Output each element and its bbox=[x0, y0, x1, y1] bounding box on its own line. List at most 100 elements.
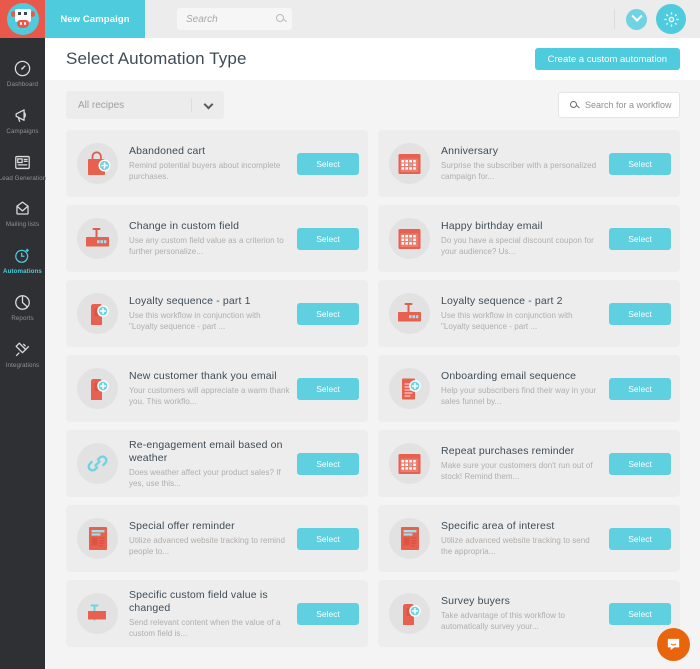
page-title: Select Automation Type bbox=[66, 49, 247, 68]
select-button[interactable]: Select bbox=[609, 527, 671, 550]
sidebar-item-label: Lead Generation bbox=[0, 174, 47, 182]
sidebar-item-label: Reports bbox=[11, 315, 34, 323]
gear-icon[interactable] bbox=[656, 4, 686, 34]
divider bbox=[614, 9, 615, 29]
automation-card-title: Specific custom field value is changed bbox=[129, 588, 268, 614]
sidebar-item-automations[interactable]: Automations bbox=[0, 237, 45, 284]
automation-card-text: New customer thank you email Your custome… bbox=[118, 370, 297, 407]
webpage-icon bbox=[389, 518, 430, 559]
sidebar-item-campaigns[interactable]: Campaigns bbox=[0, 97, 45, 144]
select-button[interactable]: Select bbox=[297, 227, 359, 250]
sidebar-item-reports[interactable]: Reports bbox=[0, 284, 45, 331]
automation-card-description: Use any custom field value as a criterio… bbox=[129, 236, 284, 256]
new-campaign-button[interactable]: New Campaign bbox=[45, 0, 145, 38]
automation-card-text: Repeat purchases reminder Make sure your … bbox=[430, 445, 609, 482]
automation-card-description: Utilize advanced website tracking to sen… bbox=[441, 536, 590, 556]
automation-card[interactable]: Loyalty sequence - part 2 Use this workfl… bbox=[378, 280, 680, 347]
create-custom-automation-button[interactable]: Create a custom automation bbox=[534, 48, 680, 70]
automation-card[interactable]: Specific area of interest Utilize advance… bbox=[378, 505, 680, 572]
automation-card[interactable]: Abandoned cart Remind potential buyers ab… bbox=[66, 130, 368, 197]
automation-card[interactable]: Special offer reminder Utilize advanced w… bbox=[66, 505, 368, 572]
select-button[interactable]: Select bbox=[297, 377, 359, 400]
automation-card-title: Onboarding email sequence bbox=[441, 370, 577, 382]
sidebar-item-lead-generation[interactable]: Lead Generation bbox=[0, 144, 47, 191]
automation-card-description: Help your subscribers find their way in … bbox=[441, 386, 597, 406]
automation-card-title: Survey buyers bbox=[441, 595, 511, 607]
global-search[interactable] bbox=[177, 8, 292, 30]
document-plus-icon bbox=[389, 593, 430, 634]
calendar-icon bbox=[389, 443, 430, 484]
automation-card-title: Happy birthday email bbox=[441, 220, 543, 232]
sidebar-item-label: Campaigns bbox=[6, 127, 39, 135]
select-button[interactable]: Select bbox=[297, 302, 359, 325]
automation-card[interactable]: New customer thank you email Your custome… bbox=[66, 355, 368, 422]
top-bar-actions bbox=[614, 0, 700, 38]
automation-card-description: Use this workflow in conjunction with "L… bbox=[129, 311, 261, 331]
automation-card[interactable]: Change in custom field Use any custom fie… bbox=[66, 205, 368, 272]
automation-card-text: Special offer reminder Utilize advanced w… bbox=[118, 520, 297, 557]
automation-card[interactable]: Specific custom field value is changed Se… bbox=[66, 580, 368, 647]
document-plus-icon bbox=[77, 368, 118, 409]
automation-card-description: Take advantage of this workflow to autom… bbox=[441, 611, 565, 631]
custom-field-icon bbox=[77, 218, 118, 259]
top-bar: New Campaign bbox=[0, 0, 700, 38]
workflow-search[interactable] bbox=[558, 92, 680, 118]
chat-widget-button[interactable] bbox=[657, 628, 690, 661]
automation-card-title: Loyalty sequence - part 1 bbox=[129, 295, 251, 307]
automation-card-title: Change in custom field bbox=[129, 220, 240, 232]
automation-card-title: Anniversary bbox=[441, 145, 499, 157]
filter-bar: All recipes bbox=[45, 80, 700, 130]
main-content: Select Automation Type Create a custom a… bbox=[45, 38, 700, 669]
sidebar-item-label: Dashboard bbox=[6, 81, 39, 88]
sidebar-item-integrations[interactable]: Integrations bbox=[0, 331, 45, 378]
select-button[interactable]: Select bbox=[609, 377, 671, 400]
sidebar-item-dashboard[interactable]: Dashboard bbox=[0, 50, 45, 97]
search-icon bbox=[276, 14, 284, 22]
select-button[interactable]: Select bbox=[609, 302, 671, 325]
search-input[interactable] bbox=[177, 13, 267, 25]
automation-card[interactable]: Loyalty sequence - part 1 Use this workfl… bbox=[66, 280, 368, 347]
automation-card-text: Specific area of interest Utilize advance… bbox=[430, 520, 609, 557]
automation-card-grid: Abandoned cart Remind potential buyers ab… bbox=[45, 130, 700, 647]
select-button[interactable]: Select bbox=[297, 452, 359, 475]
shopping-bag-plus-icon bbox=[77, 143, 118, 184]
automation-card-description: Send relevant content when the value of … bbox=[129, 617, 281, 638]
automation-card-text: Re-engagement email based on weather Does… bbox=[118, 439, 297, 489]
select-button[interactable]: Select bbox=[609, 227, 671, 250]
automation-card[interactable]: Onboarding email sequence Help your subsc… bbox=[378, 355, 680, 422]
automation-card-text: Survey buyers Take advantage of this work… bbox=[430, 595, 609, 632]
divider bbox=[191, 98, 192, 112]
automation-card-title: New customer thank you email bbox=[129, 370, 277, 382]
automation-card[interactable]: Happy birthday email Do you have a specia… bbox=[378, 205, 680, 272]
select-button[interactable]: Select bbox=[609, 152, 671, 175]
automation-card-title: Specific area of interest bbox=[441, 520, 555, 532]
automation-card-title: Re-engagement email based on weather bbox=[129, 438, 283, 464]
automation-card-description: Surprise the subscriber with a personali… bbox=[441, 161, 597, 181]
search-icon bbox=[570, 101, 577, 108]
sidebar-item-mailing-lists[interactable]: Mailing lists bbox=[0, 190, 45, 237]
chevron-down-icon[interactable] bbox=[626, 8, 647, 30]
automation-card-title: Abandoned cart bbox=[129, 145, 206, 157]
lines-document-plus-icon bbox=[389, 368, 430, 409]
automation-card[interactable]: Survey buyers Take advantage of this work… bbox=[378, 580, 680, 647]
automation-card-description: Does weather affect your product sales? … bbox=[129, 467, 281, 488]
automation-card-description: Do you have a special discount coupon fo… bbox=[441, 236, 594, 256]
select-button[interactable]: Select bbox=[297, 527, 359, 550]
automation-card-text: Onboarding email sequence Help your subsc… bbox=[430, 370, 609, 407]
select-button[interactable]: Select bbox=[297, 152, 359, 175]
automation-card[interactable]: Repeat purchases reminder Make sure your … bbox=[378, 430, 680, 497]
automation-card-text: Loyalty sequence - part 1 Use this workfl… bbox=[118, 295, 297, 332]
select-button[interactable]: Select bbox=[297, 602, 359, 625]
recipes-dropdown[interactable]: All recipes bbox=[66, 91, 224, 119]
calendar-icon bbox=[389, 218, 430, 259]
logo-tile[interactable] bbox=[0, 0, 45, 38]
automation-card[interactable]: Re-engagement email based on weather Does… bbox=[66, 430, 368, 497]
automation-card[interactable]: Anniversary Surprise the subscriber with … bbox=[378, 130, 680, 197]
sidebar-item-label: Automations bbox=[3, 268, 42, 276]
select-button[interactable]: Select bbox=[609, 452, 671, 475]
select-button[interactable]: Select bbox=[609, 602, 671, 625]
automation-card-title: Special offer reminder bbox=[129, 520, 235, 532]
automation-card-text: Change in custom field Use any custom fie… bbox=[118, 220, 297, 257]
calendar-icon bbox=[389, 143, 430, 184]
chat-bubble-icon bbox=[667, 638, 680, 651]
